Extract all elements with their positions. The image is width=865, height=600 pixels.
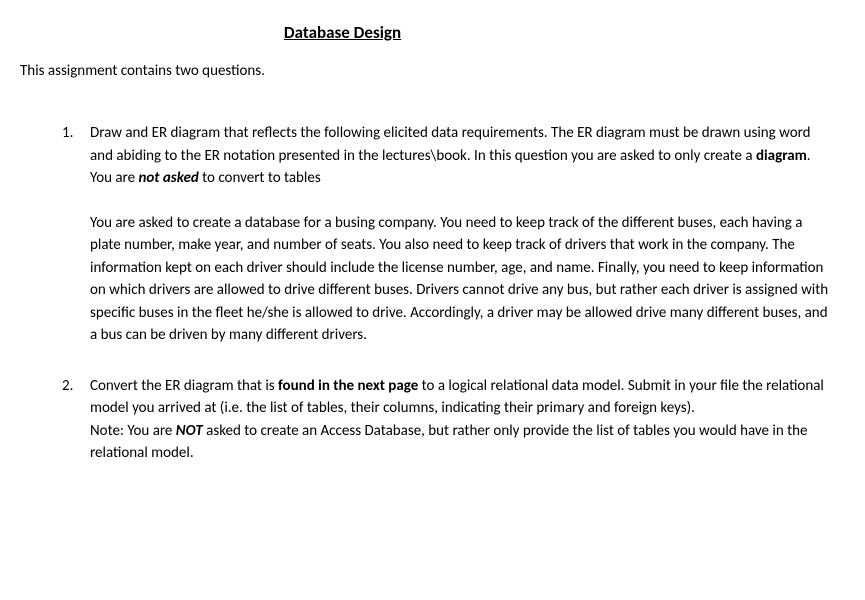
text-run-bold-italic: NOT: [176, 422, 203, 440]
question-2: 2. Convert the ER diagram that is found …: [90, 375, 835, 465]
question-1-paragraph-2: You are asked to create a database for a…: [90, 212, 835, 347]
document-title: Database Design: [150, 20, 535, 46]
text-run: Convert the ER diagram that is: [90, 377, 278, 395]
question-1-paragraph-1: Draw and ER diagram that reflects the fo…: [90, 122, 835, 190]
question-number: 1.: [62, 122, 73, 145]
text-run-bold: found in the next page: [278, 377, 418, 395]
text-run-bold: diagram: [756, 147, 807, 165]
intro-text: This assignment contains two questions.: [20, 60, 835, 83]
question-2-note: Note: You are NOT asked to create an Acc…: [90, 420, 835, 465]
text-run: Note: You are: [90, 422, 176, 440]
question-2-paragraph-1: Convert the ER diagram that is found in …: [90, 375, 835, 420]
question-number: 2.: [62, 375, 73, 398]
question-list: 1. Draw and ER diagram that reflects the…: [20, 122, 835, 465]
text-run-bold-italic: not asked: [138, 169, 198, 187]
text-run: Draw and ER diagram that reflects the fo…: [90, 124, 811, 165]
text-run: to convert to tables: [199, 169, 321, 187]
question-1: 1. Draw and ER diagram that reflects the…: [90, 122, 835, 347]
